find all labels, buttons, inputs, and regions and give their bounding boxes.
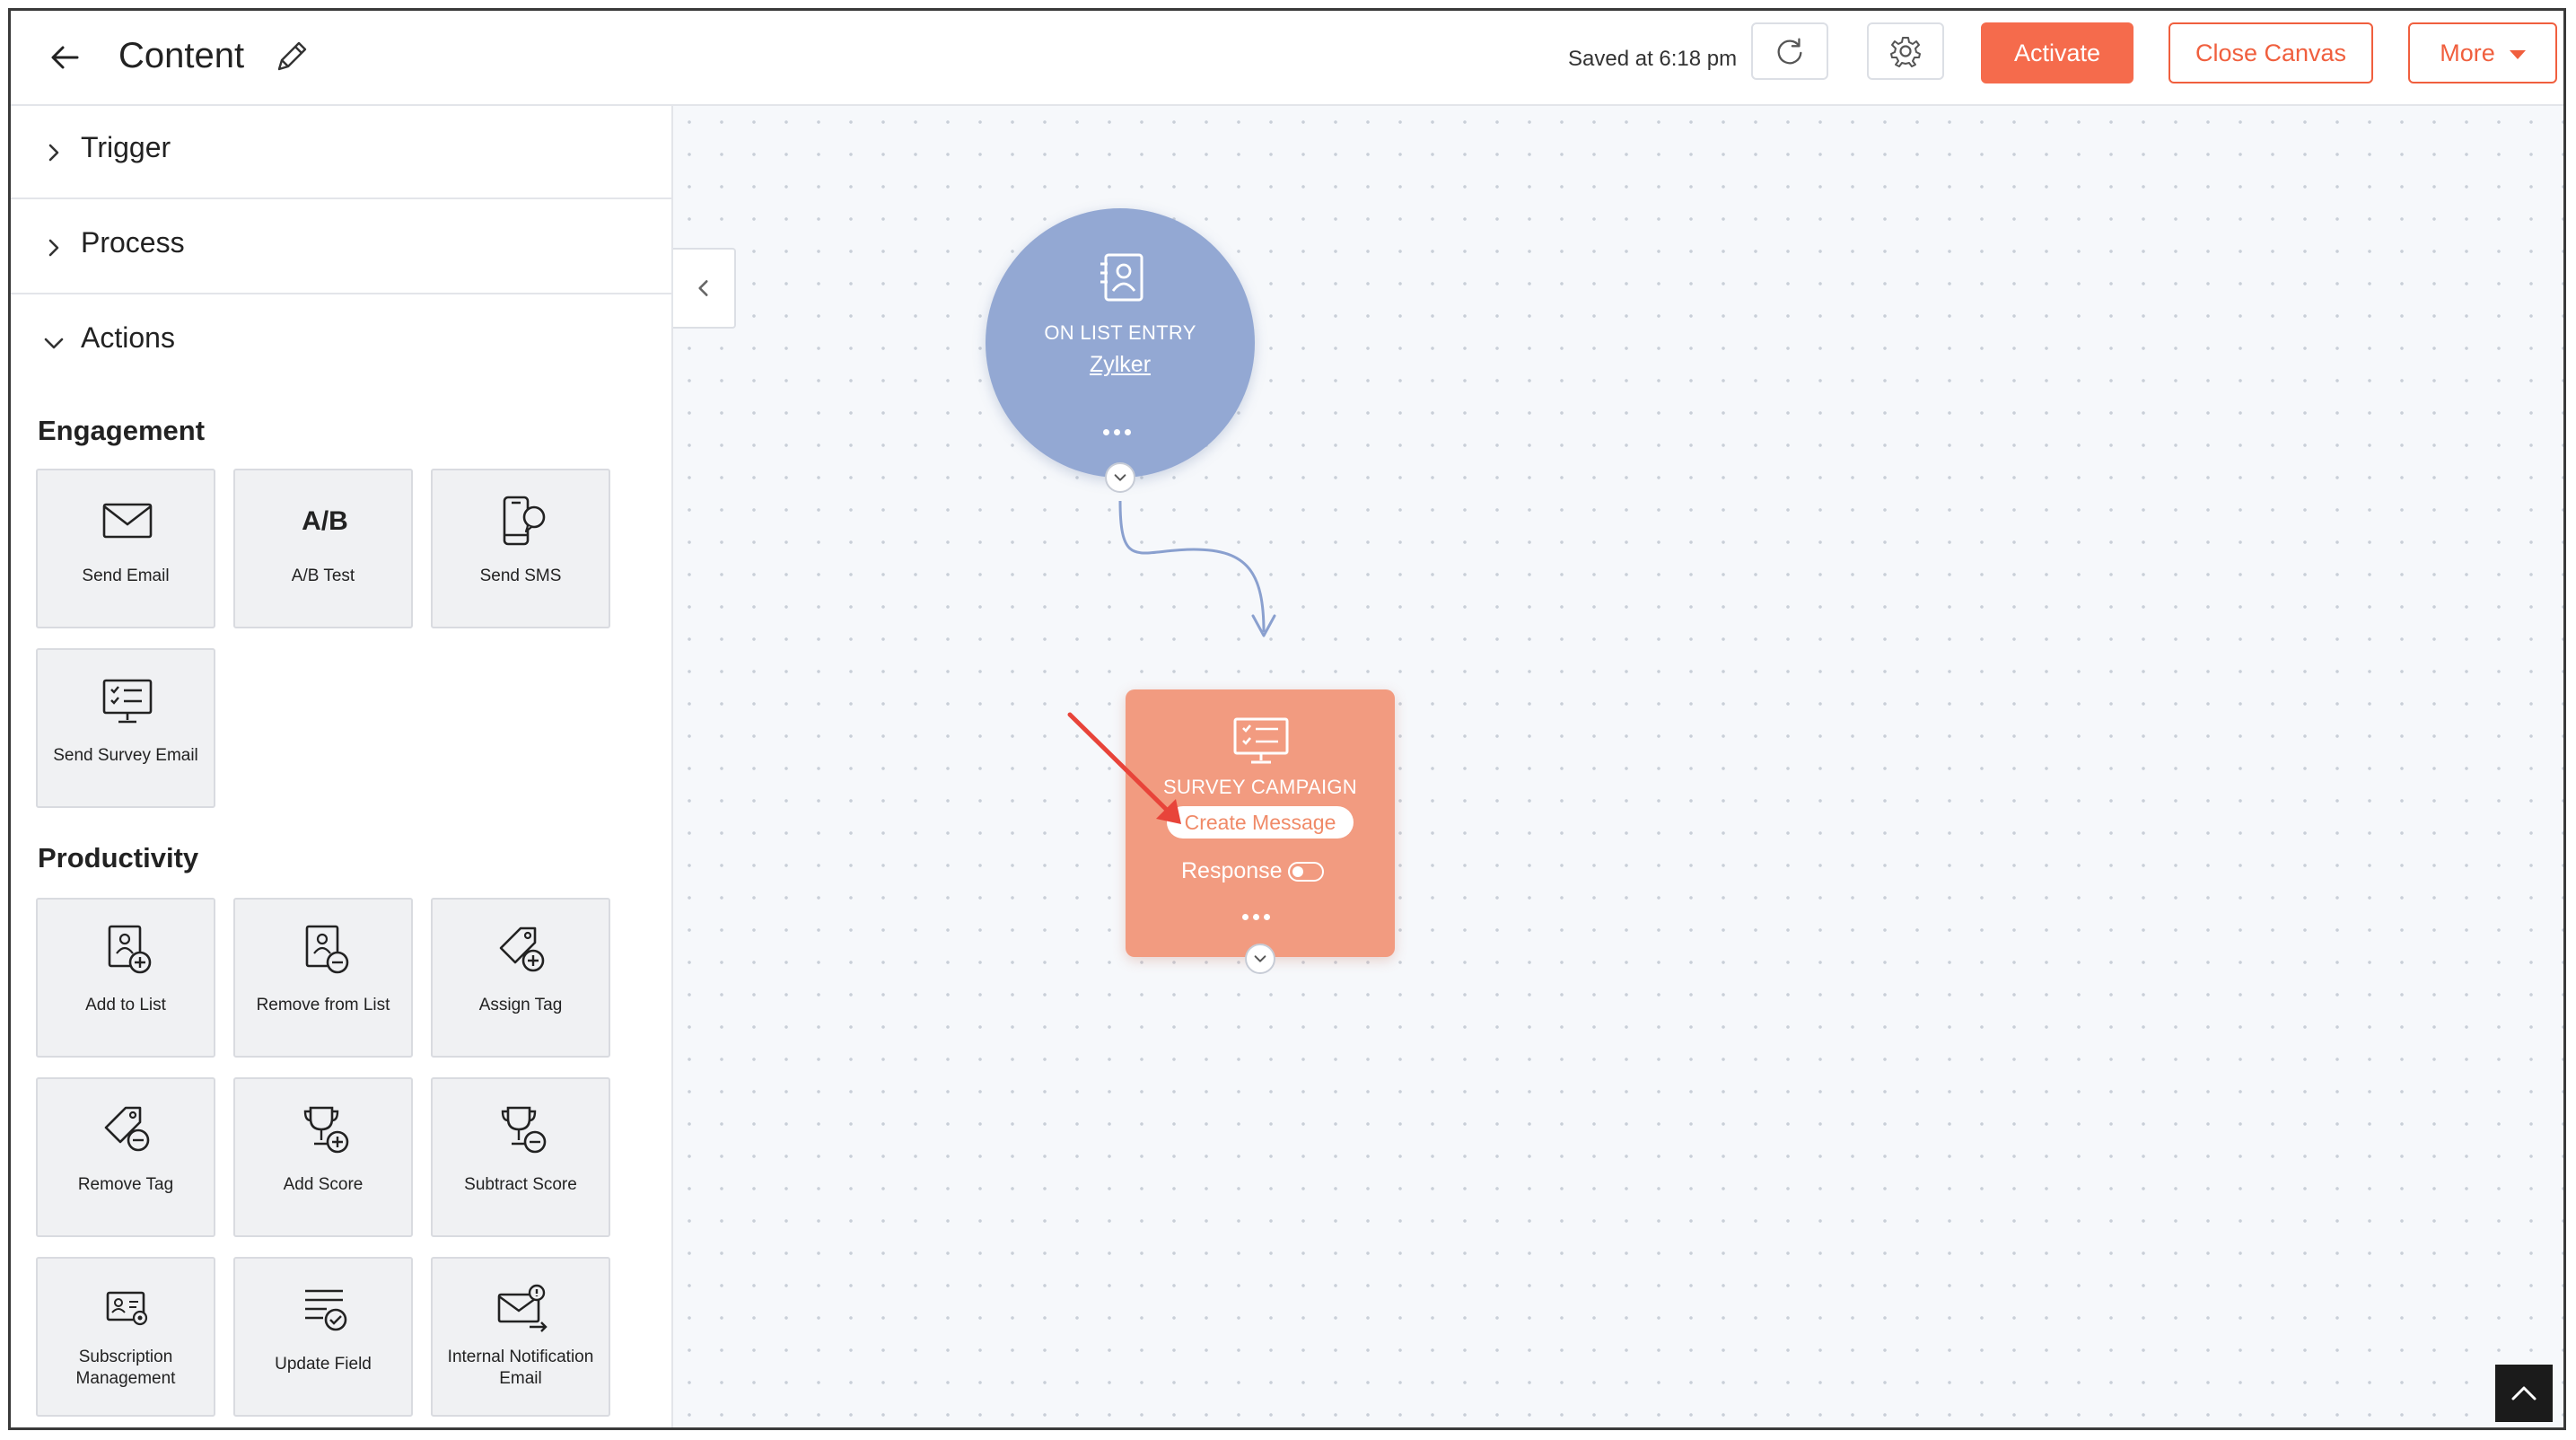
tile-label: Internal Notification Email bbox=[447, 1348, 594, 1388]
list-name-link[interactable]: Zylker bbox=[986, 352, 1255, 378]
components-sidebar: Trigger Process Actions Engagement Send … bbox=[11, 106, 673, 1427]
tile-label: Remove from List bbox=[256, 996, 390, 1014]
chevron-down-icon bbox=[1114, 474, 1126, 481]
ab-test-icon: A/B bbox=[302, 506, 348, 536]
node-options-icon[interactable] bbox=[1103, 429, 1131, 435]
more-label: More bbox=[2440, 39, 2495, 66]
add-to-list-icon bbox=[108, 925, 152, 974]
remove-tag-icon bbox=[104, 1106, 150, 1152]
accordion-actions[interactable]: Actions bbox=[11, 296, 671, 390]
survey-monitor-icon bbox=[1233, 717, 1289, 764]
workflow-canvas[interactable]: ON LIST ENTRY Zylker SURVEY CAMPAIGN Cre… bbox=[673, 106, 2563, 1427]
tile-label: Remove Tag bbox=[77, 1175, 174, 1194]
saved-status: Saved at 6:18 pm bbox=[1568, 47, 1738, 71]
response-toggle[interactable] bbox=[1287, 861, 1324, 882]
connector-arrowhead bbox=[1251, 614, 1276, 637]
accordion-trigger[interactable]: Trigger bbox=[11, 106, 671, 199]
refresh-button[interactable] bbox=[1751, 22, 1828, 80]
tile-assign-tag[interactable]: Assign Tag bbox=[431, 898, 610, 1058]
action-node-survey-campaign[interactable]: SURVEY CAMPAIGN Create Message Response bbox=[1126, 689, 1395, 957]
connector-layer bbox=[1118, 500, 1276, 637]
tile-send-email[interactable]: Send Email bbox=[36, 469, 215, 628]
subtract-score-icon bbox=[501, 1106, 547, 1154]
tile-ab-test[interactable]: A/B A/B Test bbox=[233, 469, 413, 628]
tile-update-field[interactable]: Update Field bbox=[233, 1257, 413, 1417]
connector-line bbox=[1118, 500, 1266, 633]
caret-down-icon bbox=[2509, 50, 2526, 59]
tile-remove-from-list[interactable]: Remove from List bbox=[233, 898, 413, 1058]
annotation-arrow-layer bbox=[1067, 712, 1181, 824]
tile-label: Send SMS bbox=[479, 566, 562, 585]
app-window: Content Saved at 6:18 pm Activate Close … bbox=[8, 8, 2566, 1430]
tile-label: Add Score bbox=[283, 1175, 364, 1194]
section-title-productivity: Productivity bbox=[38, 842, 199, 874]
response-toggle-row: Response bbox=[1181, 858, 1324, 884]
node-type-label: ON LIST ENTRY bbox=[1044, 321, 1196, 344]
chevron-down-icon bbox=[1254, 955, 1266, 962]
tile-internal-notification-email[interactable]: Internal Notification Email bbox=[431, 1257, 610, 1417]
tile-send-survey-email[interactable]: Send Survey Email bbox=[36, 648, 215, 808]
back-arrow-icon[interactable] bbox=[45, 38, 84, 77]
section-title-engagement: Engagement bbox=[38, 415, 206, 446]
expand-node-button[interactable] bbox=[1245, 944, 1275, 974]
add-score-icon bbox=[303, 1106, 349, 1154]
tile-add-score[interactable]: Add Score bbox=[233, 1077, 413, 1237]
pencil-icon[interactable] bbox=[271, 36, 312, 77]
response-label: Response bbox=[1181, 858, 1283, 883]
tile-label: Subtract Score bbox=[464, 1175, 577, 1194]
list-contact-icon bbox=[1100, 253, 1143, 302]
tile-add-to-list[interactable]: Add to List bbox=[36, 898, 215, 1058]
tile-label: Subscription Management bbox=[75, 1348, 176, 1388]
tile-subtract-score[interactable]: Subtract Score bbox=[431, 1077, 610, 1237]
subscription-icon bbox=[106, 1291, 148, 1326]
settings-button[interactable] bbox=[1867, 22, 1944, 80]
notification-email-icon bbox=[497, 1284, 548, 1332]
scroll-to-top-button[interactable] bbox=[2495, 1365, 2553, 1422]
create-message-button[interactable]: Create Message bbox=[1167, 806, 1354, 839]
phone-sms-icon bbox=[503, 496, 546, 546]
refresh-icon bbox=[1777, 38, 1802, 65]
tile-label: Update Field bbox=[275, 1355, 372, 1374]
accordion-label: Process bbox=[81, 226, 185, 259]
chevron-down-icon bbox=[44, 338, 64, 349]
tile-label: Add to List bbox=[85, 996, 166, 1014]
node-options-icon[interactable] bbox=[1242, 914, 1270, 920]
close-canvas-button[interactable]: Close Canvas bbox=[2169, 22, 2373, 83]
tile-label: Assign Tag bbox=[478, 996, 563, 1014]
expand-node-button[interactable] bbox=[1105, 462, 1135, 493]
tile-send-sms[interactable]: Send SMS bbox=[431, 469, 610, 628]
envelope-icon bbox=[102, 503, 153, 539]
more-dropdown[interactable]: More bbox=[2408, 22, 2557, 83]
tile-remove-tag[interactable]: Remove Tag bbox=[36, 1077, 215, 1237]
remove-from-list-icon bbox=[305, 925, 349, 974]
update-field-icon bbox=[305, 1289, 347, 1331]
tile-label: A/B Test bbox=[291, 566, 355, 585]
assign-tag-icon bbox=[499, 926, 545, 972]
chevron-up-icon bbox=[2511, 1386, 2537, 1400]
survey-monitor-icon bbox=[102, 679, 153, 724]
chevron-right-icon bbox=[48, 144, 59, 162]
page-title: Content bbox=[118, 36, 245, 75]
collapse-sidebar-button[interactable] bbox=[673, 248, 736, 329]
accordion-label: Actions bbox=[81, 321, 175, 354]
tile-subscription-management[interactable]: Subscription Management bbox=[36, 1257, 215, 1417]
toggle-knob bbox=[1292, 865, 1303, 877]
tile-label: Send Email bbox=[82, 566, 170, 585]
chevron-right-icon bbox=[48, 239, 59, 257]
activate-button[interactable]: Activate bbox=[1981, 22, 2134, 83]
trigger-node-on-list-entry[interactable]: ON LIST ENTRY Zylker bbox=[986, 208, 1255, 478]
accordion-process[interactable]: Process bbox=[11, 201, 671, 294]
top-header: Content Saved at 6:18 pm Activate Close … bbox=[11, 11, 2563, 106]
accordion-label: Trigger bbox=[81, 131, 171, 163]
svg-text:A/B: A/B bbox=[302, 506, 348, 536]
gear-icon bbox=[1890, 37, 1921, 67]
node-type-label: SURVEY CAMPAIGN bbox=[1162, 776, 1357, 798]
chevron-left-icon bbox=[698, 280, 708, 296]
tile-label: Send Survey Email bbox=[53, 746, 198, 765]
